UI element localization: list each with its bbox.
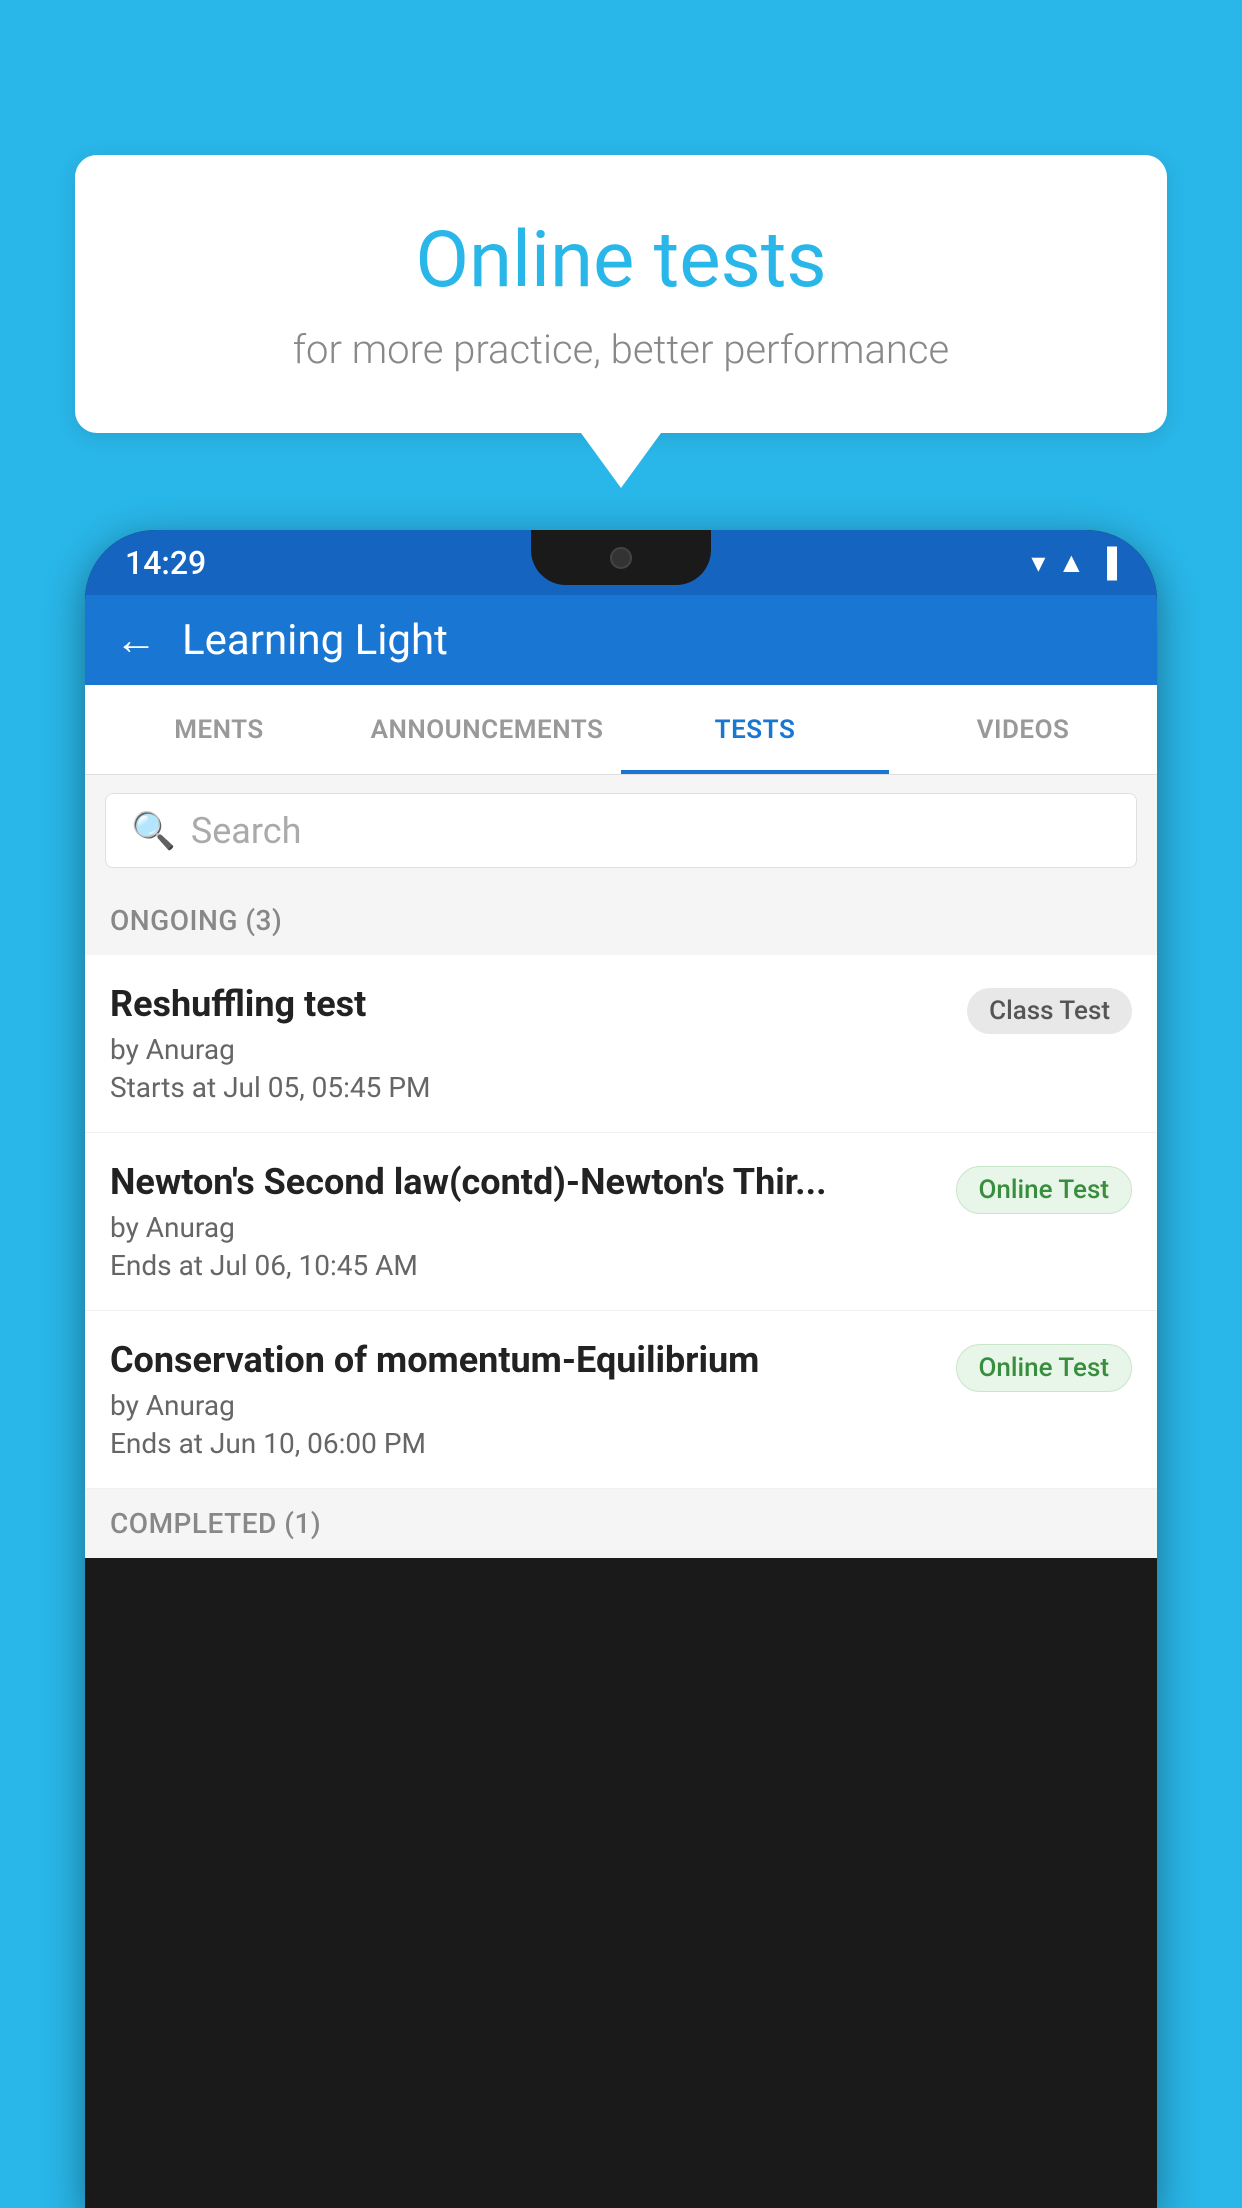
status-time: 14:29 [125, 544, 206, 582]
test-title-conservation: Conservation of momentum-Equilibrium [110, 1339, 936, 1381]
promo-subtitle: for more practice, better performance [125, 326, 1117, 373]
test-item-conservation[interactable]: Conservation of momentum-Equilibrium by … [85, 1311, 1157, 1489]
completed-section-header: COMPLETED (1) [85, 1489, 1157, 1558]
back-button[interactable]: ← [115, 616, 157, 665]
ongoing-section-header: ONGOING (3) [85, 886, 1157, 955]
tabs-bar: MENTS ANNOUNCEMENTS TESTS VIDEOS [85, 685, 1157, 775]
badge-online-test-conservation: Online Test [956, 1344, 1133, 1392]
search-bar[interactable]: 🔍 Search [105, 793, 1137, 868]
test-item-newton[interactable]: Newton's Second law(contd)-Newton's Thir… [85, 1133, 1157, 1311]
camera [610, 547, 632, 569]
tab-ments[interactable]: MENTS [85, 685, 353, 774]
tab-tests[interactable]: TESTS [621, 685, 889, 774]
test-title-newton: Newton's Second law(contd)-Newton's Thir… [110, 1161, 936, 1203]
search-container: 🔍 Search [85, 775, 1157, 886]
test-info-reshuffling: Reshuffling test by Anurag Starts at Jul… [110, 983, 967, 1104]
test-date-newton: Ends at Jul 06, 10:45 AM [110, 1249, 936, 1282]
test-author-reshuffling: by Anurag [110, 1033, 947, 1066]
test-item-reshuffling[interactable]: Reshuffling test by Anurag Starts at Jul… [85, 955, 1157, 1133]
search-placeholder: Search [191, 810, 302, 852]
promo-card: Online tests for more practice, better p… [75, 155, 1167, 488]
test-info-newton: Newton's Second law(contd)-Newton's Thir… [110, 1161, 956, 1282]
notch [531, 530, 711, 585]
speech-bubble: Online tests for more practice, better p… [75, 155, 1167, 433]
test-date-reshuffling: Starts at Jul 05, 05:45 PM [110, 1071, 947, 1104]
status-bar: 14:29 ▾ ▲ ▐ [85, 530, 1157, 595]
badge-class-test: Class Test [967, 988, 1132, 1034]
test-author-newton: by Anurag [110, 1211, 936, 1244]
test-info-conservation: Conservation of momentum-Equilibrium by … [110, 1339, 956, 1460]
test-author-conservation: by Anurag [110, 1389, 936, 1422]
battery-icon: ▐ [1097, 546, 1117, 579]
signal-icon: ▲ [1057, 546, 1085, 579]
status-icons: ▾ ▲ ▐ [1031, 546, 1117, 579]
test-date-conservation: Ends at Jun 10, 06:00 PM [110, 1427, 936, 1460]
promo-title: Online tests [125, 215, 1117, 306]
bubble-arrow [581, 433, 661, 488]
search-icon: 🔍 [131, 810, 176, 852]
phone-frame: 14:29 ▾ ▲ ▐ ← Learning Light MENTS ANNOU… [85, 530, 1157, 2208]
tab-videos[interactable]: VIDEOS [889, 685, 1157, 774]
app-bar-title: Learning Light [182, 616, 448, 665]
wifi-icon: ▾ [1031, 546, 1045, 579]
phone-screen: 14:29 ▾ ▲ ▐ ← Learning Light MENTS ANNOU… [85, 530, 1157, 2208]
badge-online-test-newton: Online Test [956, 1166, 1133, 1214]
tab-announcements[interactable]: ANNOUNCEMENTS [353, 685, 621, 774]
test-title-reshuffling: Reshuffling test [110, 983, 947, 1025]
app-bar: ← Learning Light [85, 595, 1157, 685]
